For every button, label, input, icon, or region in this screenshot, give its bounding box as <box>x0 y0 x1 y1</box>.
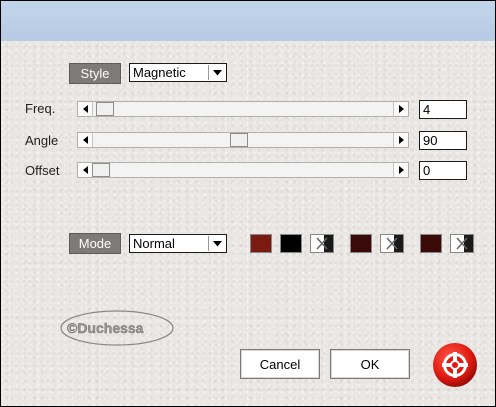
scroll-right-icon[interactable] <box>393 133 408 147</box>
color-swatch-2[interactable] <box>280 234 302 253</box>
offset-slider[interactable] <box>77 162 409 178</box>
color-swatch-1[interactable] <box>250 234 272 253</box>
mode-label: Mode <box>69 233 121 254</box>
offset-label: Offset <box>25 163 60 178</box>
style-label: Style <box>69 63 121 84</box>
scroll-left-icon[interactable] <box>78 102 93 116</box>
offset-input[interactable]: 0 <box>419 161 467 180</box>
freq-input[interactable]: 4 <box>419 100 467 119</box>
offset-slider-thumb[interactable] <box>92 163 110 177</box>
svg-text:©Duchessa: ©Duchessa <box>67 320 144 336</box>
style-dropdown-value: Magnetic <box>133 65 186 80</box>
scroll-left-icon[interactable] <box>78 163 93 177</box>
color-swatch-3[interactable] <box>350 234 372 253</box>
angle-slider[interactable] <box>77 132 409 148</box>
cross-icon <box>456 237 468 250</box>
mode-dropdown-value: Normal <box>133 236 175 251</box>
transparent-color-toggle[interactable] <box>380 234 404 253</box>
cross-icon <box>316 237 328 250</box>
chevron-down-icon[interactable] <box>208 236 225 251</box>
cross-icon <box>386 237 398 250</box>
style-dropdown[interactable]: Magnetic <box>129 63 227 82</box>
chevron-down-icon[interactable] <box>208 65 225 80</box>
scroll-left-icon[interactable] <box>78 133 93 147</box>
transparent-color-toggle[interactable] <box>450 234 474 253</box>
duchessa-watermark: ©Duchessa <box>60 310 174 346</box>
freq-label: Freq. <box>25 101 56 116</box>
scroll-right-icon[interactable] <box>393 102 408 116</box>
help-lifebuoy-icon[interactable] <box>432 342 478 388</box>
angle-slider-thumb[interactable] <box>230 133 248 147</box>
scroll-right-icon[interactable] <box>393 163 408 177</box>
freq-slider[interactable] <box>77 101 409 117</box>
color-swatch-4[interactable] <box>420 234 442 253</box>
mode-dropdown[interactable]: Normal <box>129 234 227 253</box>
angle-input[interactable]: 90 <box>419 131 467 150</box>
title-bar[interactable] <box>1 1 495 41</box>
cancel-button[interactable]: Cancel <box>240 349 320 379</box>
dialog-window: Style Magnetic Freq. 4 Angle 90 Offset 0… <box>0 0 496 407</box>
angle-label: Angle <box>25 133 59 148</box>
transparent-color-toggle[interactable] <box>310 234 334 253</box>
freq-slider-thumb[interactable] <box>96 102 114 116</box>
ok-button[interactable]: OK <box>330 349 410 379</box>
